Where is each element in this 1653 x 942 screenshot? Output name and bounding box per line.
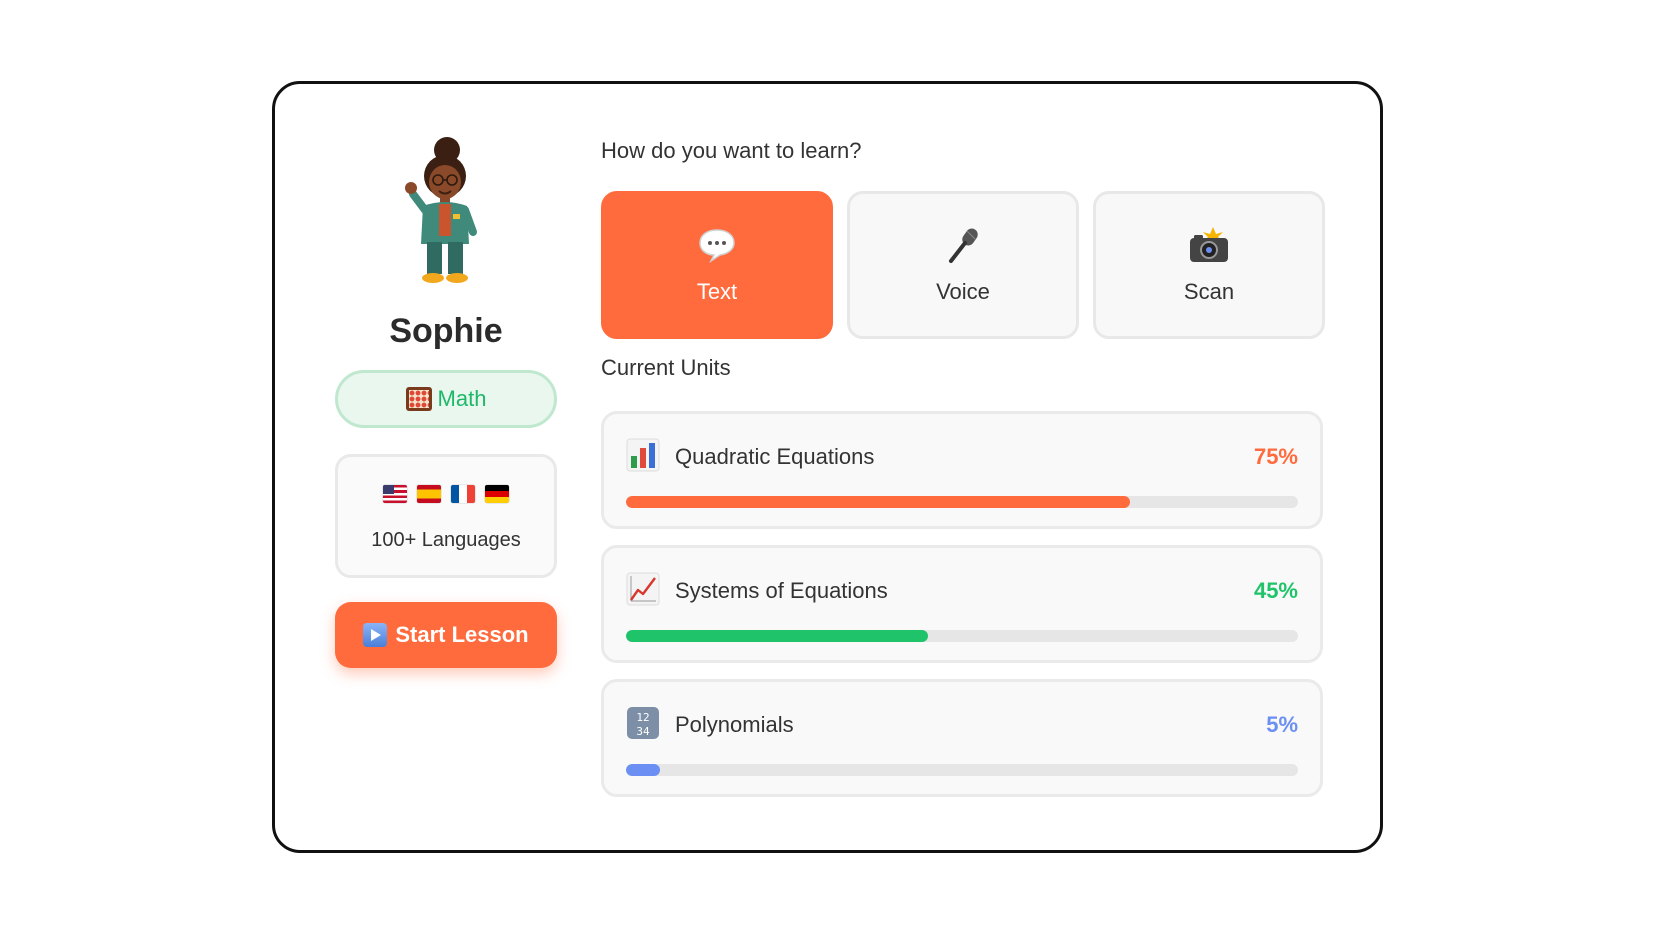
unit-polynomials[interactable]: 12 34 Polynomials 5% [601, 679, 1323, 797]
unit-percent: 5% [1266, 712, 1298, 737]
flags-row [338, 485, 554, 503]
es-flag-icon [417, 485, 441, 503]
abacus-icon [405, 387, 432, 411]
fr-flag-icon [451, 485, 475, 503]
microphone-icon [941, 225, 985, 265]
de-flag-icon [485, 485, 509, 503]
progress-fill [626, 496, 1130, 508]
avatar [335, 136, 557, 286]
mode-scan-label: Scan [1183, 279, 1235, 304]
svg-text:34: 34 [636, 725, 650, 738]
unit-quadratic-equations[interactable]: Quadratic Equations 75% [601, 411, 1323, 529]
mode-text-label: Text [696, 279, 738, 304]
numbers-icon: 12 34 [626, 706, 660, 740]
unit-title: Polynomials [675, 712, 794, 737]
subject-badge[interactable]: Math [335, 370, 557, 428]
bar-chart-icon [626, 438, 660, 472]
unit-systems-of-equations[interactable]: Systems of Equations 45% [601, 545, 1323, 663]
subject-label: Math [437, 386, 487, 411]
progress-track [626, 496, 1298, 508]
progress-fill [626, 764, 660, 776]
mode-text-button[interactable]: Text [601, 191, 833, 339]
languages-card: 100+ Languages [335, 454, 557, 578]
start-lesson-label: Start Lesson [395, 622, 529, 647]
speech-bubble-icon [695, 225, 739, 265]
progress-track [626, 630, 1298, 642]
mode-scan-button[interactable]: Scan [1093, 191, 1325, 339]
current-units-title: Current Units [601, 355, 731, 380]
avatar-illustration [405, 137, 477, 283]
progress-track [626, 764, 1298, 776]
learn-mode-options: Text Voice Scan [601, 191, 1325, 339]
mode-voice-label: Voice [936, 279, 990, 304]
learning-card: Sophie Math 100+ Languages Start Lesson … [272, 81, 1383, 853]
profile-name: Sophie [389, 312, 503, 350]
unit-title: Systems of Equations [675, 578, 888, 603]
languages-label: 100+ Languages [371, 529, 521, 551]
unit-title: Quadratic Equations [675, 444, 875, 469]
unit-percent: 75% [1253, 444, 1298, 469]
line-chart-icon [626, 572, 660, 606]
start-lesson-button[interactable]: Start Lesson [335, 602, 557, 668]
learn-mode-title: How do you want to learn? [601, 138, 862, 163]
us-flag-icon [383, 485, 407, 503]
svg-text:12: 12 [636, 711, 649, 724]
units-list: Quadratic Equations 75% Systems of Equat… [601, 411, 1323, 813]
mode-voice-button[interactable]: Voice [847, 191, 1079, 339]
camera-flash-icon [1187, 225, 1231, 265]
progress-fill [626, 630, 929, 642]
unit-percent: 45% [1253, 578, 1298, 603]
play-icon [363, 623, 388, 647]
